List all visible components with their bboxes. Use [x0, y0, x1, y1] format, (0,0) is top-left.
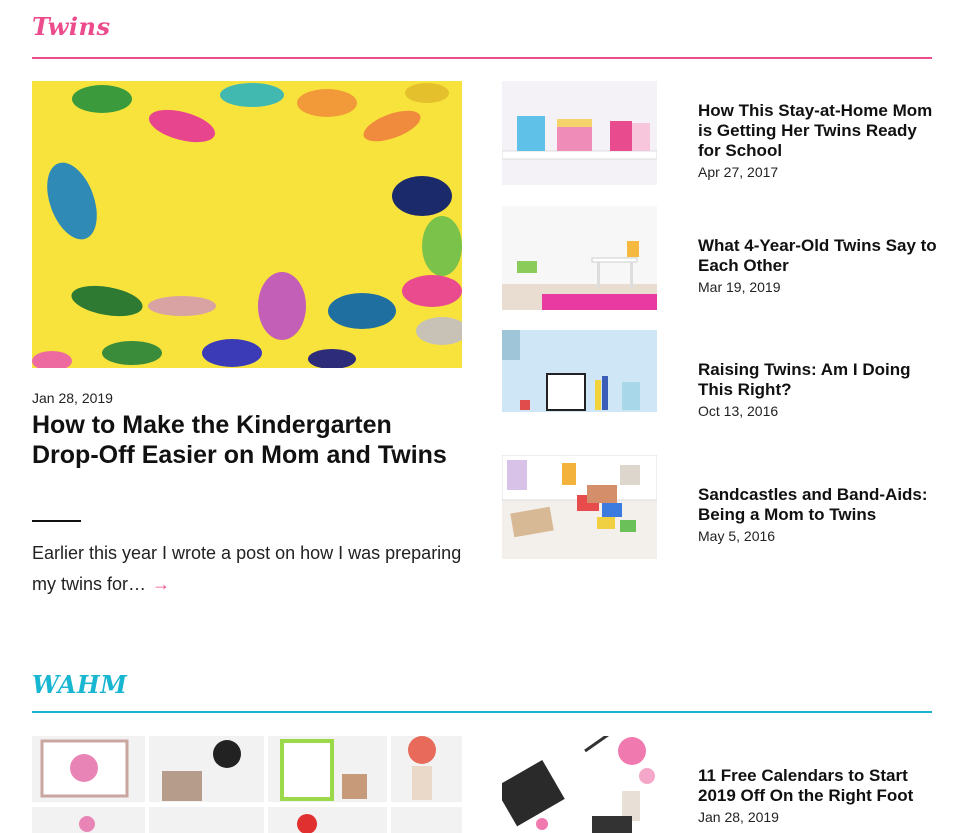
post-date: Jan 28, 2019: [698, 809, 779, 825]
post-text: What 4-Year-Old Twins Say to Each Other …: [698, 236, 938, 298]
twins-section-title[interactable]: Twins: [32, 12, 110, 41]
post-thumbnail[interactable]: [502, 736, 657, 833]
post-thumbnail[interactable]: [502, 206, 657, 310]
post-title[interactable]: 11 Free Calendars to Start 2019 Off On t…: [698, 766, 938, 806]
post-text: How This Stay-at-Home Mom is Getting Her…: [698, 101, 938, 183]
post-text: Raising Twins: Am I Doing This Right? Oc…: [698, 360, 938, 422]
post-thumbnail[interactable]: [502, 81, 657, 185]
post-text: 11 Free Calendars to Start 2019 Off On t…: [698, 766, 938, 828]
list-item: Sandcastles and Band-Aids: Being a Mom t…: [502, 455, 932, 559]
list-item: 11 Free Calendars to Start 2019 Off On t…: [502, 736, 932, 833]
list-item: Raising Twins: Am I Doing This Right? Oc…: [502, 330, 932, 434]
wahm-divider: [32, 711, 932, 713]
featured-post-separator: [32, 520, 81, 522]
wahm-section: WAHM 11 Free Calendars to Start 2019 Off…: [32, 660, 932, 833]
post-title[interactable]: Raising Twins: Am I Doing This Right?: [698, 360, 938, 400]
featured-post-date: Jan 28, 2019: [32, 390, 113, 406]
featured-post-image[interactable]: [32, 81, 462, 368]
post-date: Mar 19, 2019: [698, 279, 781, 295]
read-more-arrow-icon[interactable]: →: [152, 574, 170, 594]
post-title[interactable]: Sandcastles and Band-Aids: Being a Mom t…: [698, 485, 938, 525]
post-date: Oct 13, 2016: [698, 403, 779, 419]
list-item: What 4-Year-Old Twins Say to Each Other …: [502, 206, 937, 310]
featured-post-excerpt: Earlier this year I wrote a post on how …: [32, 538, 462, 600]
featured-post-excerpt-text: Earlier this year I wrote a post on how …: [32, 543, 462, 594]
post-thumbnail[interactable]: [502, 455, 657, 559]
post-date: Apr 27, 2017: [698, 164, 779, 180]
list-item: How This Stay-at-Home Mom is Getting Her…: [502, 81, 932, 185]
post-text: Sandcastles and Band-Aids: Being a Mom t…: [698, 485, 938, 547]
wahm-section-title[interactable]: WAHM: [32, 670, 127, 699]
featured-post-title[interactable]: How to Make the Kindergarten Drop-Off Ea…: [32, 410, 462, 470]
twins-divider: [32, 57, 932, 59]
post-title[interactable]: What 4-Year-Old Twins Say to Each Other: [698, 236, 938, 276]
featured-post-image[interactable]: [32, 736, 462, 833]
post-date: May 5, 2016: [698, 528, 776, 544]
twins-section: Twins Jan 28, 2019 How to Make the Kinde…: [32, 0, 937, 620]
post-title[interactable]: How This Stay-at-Home Mom is Getting Her…: [698, 101, 938, 161]
post-thumbnail[interactable]: [502, 330, 657, 434]
